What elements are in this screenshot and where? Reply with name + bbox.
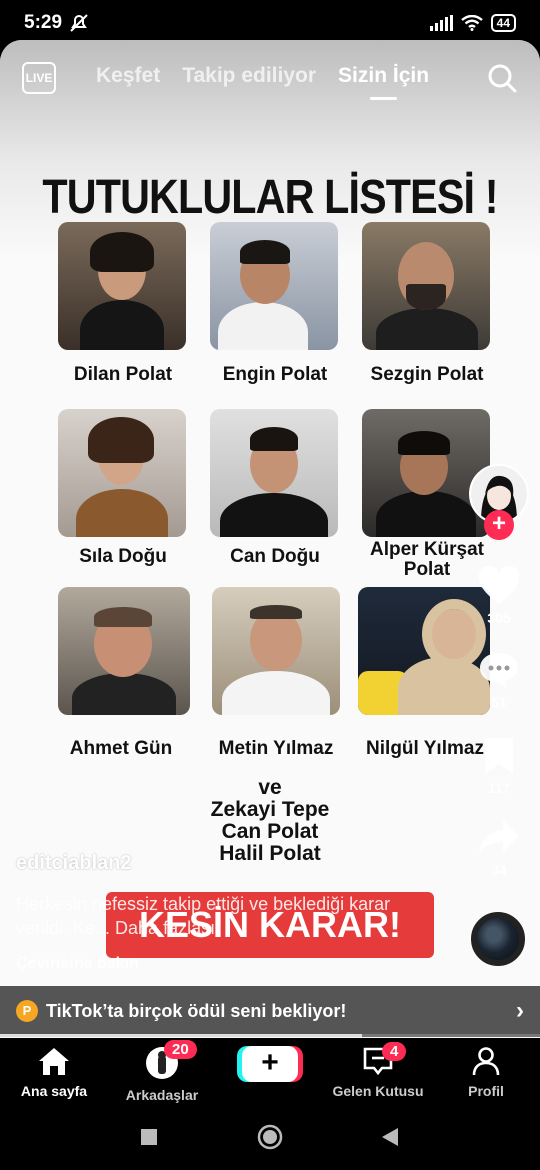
person-photo	[362, 222, 490, 350]
search-icon[interactable]	[486, 62, 518, 94]
person-card	[210, 409, 340, 537]
mute-bell-icon	[70, 14, 88, 32]
comment-button[interactable]: 51	[474, 650, 524, 710]
follow-plus-button[interactable]: +	[484, 510, 514, 540]
inbox-badge: 4	[382, 1042, 407, 1061]
feed-tabs: Keşfet Takip ediliyor Sizin İçin	[96, 64, 429, 100]
nav-profile-label: Profil	[468, 1083, 504, 1099]
home-circle-icon[interactable]	[257, 1124, 283, 1150]
person-photo	[58, 587, 190, 715]
wifi-icon	[460, 15, 483, 31]
rewards-promo-bar[interactable]: P TikTok’ta birçok ödül seni bekliyor! ›	[0, 986, 540, 1036]
person-name: Ahmet Gün	[69, 738, 173, 759]
author-username[interactable]: editciablan2	[16, 852, 132, 875]
share-arrow-icon	[479, 820, 519, 854]
ve-label: ve	[258, 776, 282, 799]
person-card	[58, 222, 188, 350]
person-name: Engin Polat	[222, 364, 328, 385]
bottom-nav: Ana sayfa Arkadaşlar 20 + Gelen Kutusu 4…	[0, 1038, 540, 1108]
like-count: 305	[487, 610, 511, 626]
system-nav-bar	[0, 1108, 540, 1170]
friends-badge: 20	[164, 1040, 197, 1059]
person-photo	[358, 587, 490, 715]
comment-count: 51	[491, 694, 507, 710]
bookmark-icon	[485, 738, 513, 774]
person-card	[210, 222, 340, 350]
person-name: Sıla Doğu	[79, 546, 167, 567]
person-photo	[210, 222, 338, 350]
comment-icon	[480, 653, 518, 688]
coin-icon: P	[16, 1000, 38, 1022]
person-name: Sezgin Polat	[370, 364, 484, 385]
nav-inbox-label: Gelen Kutusu	[332, 1083, 424, 1099]
tab-kesfet[interactable]: Keşfet	[96, 64, 160, 88]
person-card	[362, 409, 492, 537]
video-progress-bar[interactable]	[0, 1034, 540, 1037]
person-photo	[362, 409, 490, 537]
person-card	[58, 409, 188, 537]
create-button[interactable]: +	[242, 1046, 298, 1082]
music-disc[interactable]	[471, 912, 525, 966]
share-button[interactable]: 34	[474, 818, 524, 878]
person-photo	[210, 409, 338, 537]
nav-inbox[interactable]: Gelen Kutusu	[328, 1046, 428, 1099]
post-caption[interactable]: Herkesin nefessiz takip ettiği ve bekled…	[16, 892, 416, 940]
tab-for-you[interactable]: Sizin İçin	[338, 64, 429, 100]
save-count: 117	[487, 780, 511, 796]
recent-apps-icon[interactable]	[140, 1128, 158, 1146]
person-photo	[58, 222, 186, 350]
extra-name: Zekayi Tepe	[210, 798, 330, 821]
profile-icon	[472, 1047, 500, 1076]
person-card	[358, 587, 490, 715]
back-triangle-icon[interactable]	[380, 1127, 400, 1147]
share-count: 34	[491, 862, 507, 878]
nav-home-label: Ana sayfa	[20, 1083, 88, 1099]
live-button[interactable]: LIVE	[22, 62, 56, 94]
nav-friends[interactable]: Arkadaşlar	[112, 1046, 212, 1103]
translate-link[interactable]: Çevirisine bakın	[16, 955, 139, 973]
person-name: Nilgül Yılmaz	[366, 738, 484, 759]
person-photo	[58, 409, 186, 537]
heart-icon	[478, 566, 520, 604]
person-card	[362, 222, 492, 350]
person-name: Metin Yılmaz	[218, 738, 334, 759]
save-button[interactable]: 117	[474, 736, 524, 796]
person-photo	[212, 587, 340, 715]
person-card	[212, 587, 342, 715]
battery-indicator: 44	[490, 14, 516, 32]
tab-following[interactable]: Takip ediliyor	[182, 64, 316, 88]
signal-icon	[429, 15, 453, 31]
extra-name: Can Polat	[221, 820, 319, 843]
person-name: Can Doğu	[230, 546, 320, 567]
video-headline: TUTUKLULAR LİSTESİ !	[42, 171, 498, 224]
top-nav: LIVE Keşfet Takip ediliyor Sizin İçin	[0, 56, 540, 106]
home-icon	[39, 1048, 69, 1075]
nav-friends-label: Arkadaşlar	[125, 1087, 199, 1103]
promo-text: TikTok’ta birçok ödül seni bekliyor!	[46, 1000, 347, 1021]
status-time: 5:29	[24, 12, 63, 33]
person-card	[58, 587, 190, 715]
video-player[interactable]: TUTUKLULAR LİSTESİ ! Dilan Polat Engin P…	[0, 40, 540, 1040]
like-button[interactable]: 305	[474, 566, 524, 626]
person-name: Dilan Polat	[73, 364, 173, 385]
nav-profile[interactable]: Profil	[436, 1046, 536, 1099]
nav-home[interactable]: Ana sayfa	[4, 1046, 104, 1099]
chevron-right-icon: ›	[516, 997, 524, 1024]
